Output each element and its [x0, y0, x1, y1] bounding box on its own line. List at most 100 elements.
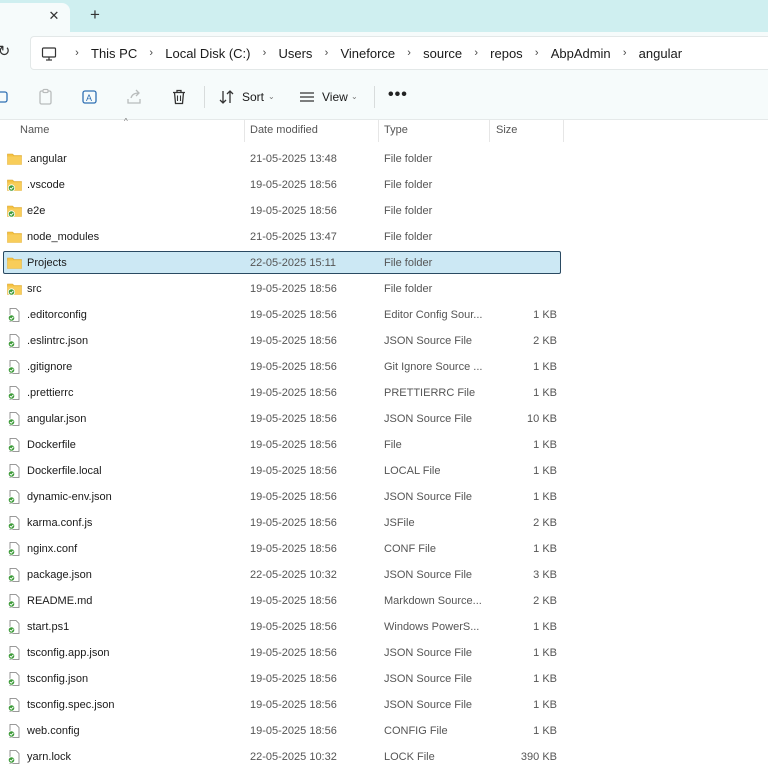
breadcrumb-item[interactable]: angular — [637, 46, 684, 61]
file-row[interactable]: tsconfig.app.json 19-05-2025 18:56 JSON So… — [0, 640, 768, 666]
delete-icon[interactable] — [170, 88, 188, 106]
file-row[interactable]: e2e 19-05-2025 18:56 File folder — [0, 198, 768, 224]
file-row[interactable]: Projects 22-05-2025 15:11 File folder — [0, 250, 768, 276]
view-icon[interactable] — [298, 88, 316, 106]
file-name[interactable]: tsconfig.json — [27, 673, 88, 685]
file-row[interactable]: Dockerfile 19-05-2025 18:56 File 1 KB — [0, 432, 768, 458]
file-name[interactable]: dynamic-env.json — [27, 491, 112, 503]
tab-current-folder[interactable]: ✕ — [0, 3, 70, 32]
breadcrumb-item[interactable]: repos — [488, 46, 525, 61]
file-name[interactable]: web.config — [27, 725, 80, 737]
file-name[interactable]: .vscode — [27, 179, 65, 191]
svg-text:A: A — [86, 93, 92, 103]
column-name[interactable]: Name — [20, 124, 49, 136]
file-row[interactable]: .editorconfig 19-05-2025 18:56 Editor Conf… — [0, 302, 768, 328]
file-name[interactable]: node_modules — [27, 231, 99, 243]
file-type: JSON Source File — [384, 699, 473, 711]
file-name[interactable]: yarn.lock — [27, 751, 71, 763]
file-name[interactable]: tsconfig.app.json — [27, 647, 110, 659]
file-row[interactable]: yarn.lock 22-05-2025 10:32 LOCK File 390 KB — [0, 744, 768, 770]
breadcrumb-item[interactable]: AbpAdmin — [549, 46, 613, 61]
file-row[interactable]: .vscode 19-05-2025 18:56 File folder — [0, 172, 768, 198]
file-name[interactable]: Projects — [27, 257, 67, 269]
share-icon[interactable] — [125, 88, 143, 106]
sort-chevron-down-icon[interactable]: ⌄ — [268, 92, 275, 101]
file-name[interactable]: tsconfig.spec.json — [27, 699, 114, 711]
file-size: 2 KB — [533, 335, 557, 347]
file-name[interactable]: Dockerfile — [27, 439, 76, 451]
file-type: Editor Config Sour... — [384, 309, 483, 321]
column-divider[interactable] — [378, 120, 379, 142]
file-row[interactable]: web.config 19-05-2025 18:56 CONFIG File 1 K… — [0, 718, 768, 744]
file-row[interactable]: tsconfig.json 19-05-2025 18:56 JSON Source… — [0, 666, 768, 692]
copy-icon[interactable] — [0, 88, 12, 106]
more-options-icon[interactable]: ••• — [388, 86, 408, 104]
breadcrumb-separator-icon[interactable]: › — [525, 47, 549, 59]
file-name[interactable]: e2e — [27, 205, 45, 217]
breadcrumb-separator-icon[interactable]: › — [613, 47, 637, 59]
breadcrumb-separator-icon[interactable]: › — [65, 47, 89, 59]
view-button[interactable]: View — [322, 90, 348, 104]
view-chevron-down-icon[interactable]: ⌄ — [351, 92, 358, 101]
column-divider[interactable] — [244, 120, 245, 142]
file-row[interactable]: node_modules 21-05-2025 13:47 File folder — [0, 224, 768, 250]
column-size[interactable]: Size — [496, 124, 517, 136]
breadcrumb-item[interactable]: This PC — [89, 46, 139, 61]
file-date-modified: 19-05-2025 18:56 — [250, 595, 337, 607]
file-name[interactable]: src — [27, 283, 42, 295]
file-name[interactable]: .editorconfig — [27, 309, 87, 321]
file-row[interactable]: src 19-05-2025 18:56 File folder — [0, 276, 768, 302]
column-divider[interactable] — [563, 120, 564, 142]
file-row[interactable]: nginx.conf 19-05-2025 18:56 CONF File 1 KB — [0, 536, 768, 562]
file-row[interactable]: .gitignore 19-05-2025 18:56 Git Ignore Sou… — [0, 354, 768, 380]
sort-icon[interactable] — [218, 88, 236, 106]
file-row[interactable]: angular.json 19-05-2025 18:56 JSON Source … — [0, 406, 768, 432]
file-name[interactable]: .prettierrc — [27, 387, 73, 399]
new-tab-icon[interactable]: + — [86, 6, 104, 24]
file-row[interactable]: Dockerfile.local 19-05-2025 18:56 LOCAL Fi… — [0, 458, 768, 484]
address-bar[interactable]: › This PC › Local Disk (C:) › Users › Vineforce… — [30, 36, 768, 70]
paste-icon[interactable] — [37, 88, 55, 106]
column-date-modified[interactable]: Date modified — [250, 124, 318, 136]
file-type: Markdown Source... — [384, 595, 482, 607]
file-type: File folder — [384, 231, 433, 243]
file-row[interactable]: .angular 21-05-2025 13:48 File folder — [0, 146, 768, 172]
breadcrumb-item[interactable]: Users — [276, 46, 314, 61]
close-tab-icon[interactable]: ✕ — [46, 8, 62, 24]
breadcrumb-separator-icon[interactable]: › — [252, 47, 276, 59]
file-date-modified: 19-05-2025 18:56 — [250, 361, 337, 373]
file-row[interactable]: karma.conf.js 19-05-2025 18:56 JSFile 2 KB — [0, 510, 768, 536]
breadcrumb-item[interactable]: Local Disk (C:) — [163, 46, 252, 61]
file-name[interactable]: .angular — [27, 153, 67, 165]
breadcrumb-item[interactable]: Vineforce — [338, 46, 397, 61]
breadcrumb-separator-icon[interactable]: › — [139, 47, 163, 59]
file-name[interactable]: start.ps1 — [27, 621, 69, 633]
rename-icon[interactable]: A — [81, 88, 99, 106]
file-name[interactable]: nginx.conf — [27, 543, 77, 555]
breadcrumb-separator-icon[interactable]: › — [464, 47, 488, 59]
file-row[interactable]: .eslintrc.json 19-05-2025 18:56 JSON Sourc… — [0, 328, 768, 354]
file-name[interactable]: .eslintrc.json — [27, 335, 88, 347]
column-divider[interactable] — [489, 120, 490, 142]
file-row[interactable]: package.json 22-05-2025 10:32 JSON Source … — [0, 562, 768, 588]
file-row[interactable]: start.ps1 19-05-2025 18:56 Windows PowerS.… — [0, 614, 768, 640]
file-name[interactable]: README.md — [27, 595, 92, 607]
file-name[interactable]: Dockerfile.local — [27, 465, 102, 477]
breadcrumb-separator-icon[interactable]: › — [397, 47, 421, 59]
refresh-icon[interactable]: ↻ — [0, 42, 14, 62]
sort-button[interactable]: Sort — [242, 90, 264, 104]
file-row[interactable]: .prettierrc 19-05-2025 18:56 PRETTIERRC Fi… — [0, 380, 768, 406]
file-row[interactable]: dynamic-env.json 19-05-2025 18:56 JSON Sou… — [0, 484, 768, 510]
breadcrumb-separator-icon[interactable]: › — [314, 47, 338, 59]
file-row[interactable]: README.md 19-05-2025 18:56 Markdown Source… — [0, 588, 768, 614]
file-name[interactable]: karma.conf.js — [27, 517, 92, 529]
breadcrumb-item[interactable]: source — [421, 46, 464, 61]
file-row[interactable]: tsconfig.spec.json 19-05-2025 18:56 JSON S… — [0, 692, 768, 718]
file-type: File — [384, 439, 402, 451]
file-name[interactable]: angular.json — [27, 413, 86, 425]
file-name[interactable]: .gitignore — [27, 361, 72, 373]
column-type[interactable]: Type — [384, 124, 408, 136]
file-date-modified: 22-05-2025 10:32 — [250, 751, 337, 763]
file-type: Windows PowerS... — [384, 621, 480, 633]
file-name[interactable]: package.json — [27, 569, 92, 581]
